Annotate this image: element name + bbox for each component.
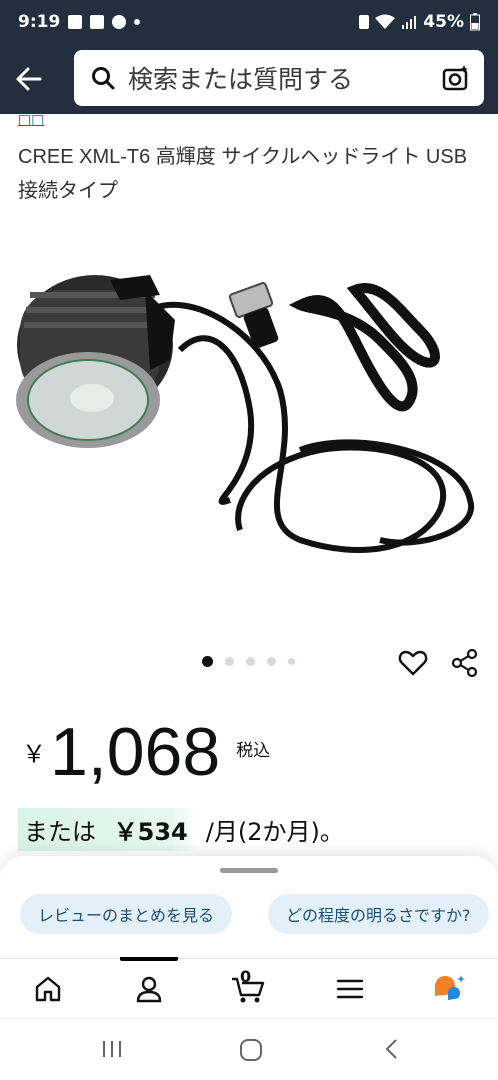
rufus-assistant-icon	[435, 975, 465, 1000]
sheet-drag-handle[interactable]	[220, 868, 278, 873]
bike-headlight-image	[16, 275, 475, 553]
nav-menu[interactable]	[334, 973, 366, 1005]
app-header: 検索または質問する	[0, 44, 498, 114]
system-navigation-bar	[0, 1018, 498, 1080]
carousel-dot[interactable]	[246, 657, 255, 666]
brand-link[interactable]: □□	[18, 112, 44, 128]
currency-symbol: ￥	[22, 740, 46, 768]
system-back-icon	[385, 1039, 397, 1059]
system-back-button[interactable]	[380, 1037, 404, 1065]
recent-apps-button[interactable]	[100, 1037, 124, 1065]
suggestion-chip-brightness[interactable]: どの程度の明るさですか?	[268, 894, 489, 934]
home-icon	[35, 976, 61, 1002]
battery-icon	[470, 13, 480, 31]
wishlist-button[interactable]	[398, 648, 428, 678]
nav-cart[interactable]: 0	[230, 967, 265, 1005]
recent-apps-icon	[103, 1041, 121, 1057]
share-icon	[451, 648, 478, 678]
camera-sparkle-icon	[442, 65, 468, 91]
cart-count-badge: 0	[240, 967, 252, 986]
price-block: ￥ 1,068 税込	[22, 712, 270, 792]
suggestion-chip-review-summary[interactable]: レビューのまとめを見る	[20, 894, 233, 934]
active-tab-indicator	[120, 957, 178, 961]
carousel-dot[interactable]	[288, 658, 295, 665]
more-notifications-icon	[134, 19, 141, 25]
account-icon	[136, 976, 162, 1003]
app-notification-icon	[112, 15, 127, 29]
product-title: CREE XML-T6 高輝度 サイクルヘッドライト USB接続タイプ	[18, 146, 468, 202]
carousel-dot[interactable]	[267, 657, 276, 666]
home-system-button[interactable]	[238, 1037, 264, 1067]
camera-search-button[interactable]	[442, 64, 470, 96]
search-placeholder: 検索または質問する	[128, 65, 354, 94]
status-bar: 9:19 45%	[0, 0, 498, 44]
signal-icon	[402, 16, 417, 29]
suggestion-sheet: レビューのまとめを見る どの程度の明るさですか?	[0, 856, 498, 958]
carousel-dot[interactable]	[202, 656, 213, 667]
price-value: 1,068	[50, 714, 221, 790]
wifi-icon	[375, 14, 396, 29]
bottom-navigation: 0	[0, 957, 498, 1018]
tax-label: 税込	[236, 741, 271, 761]
transit-notification-icon	[90, 15, 105, 29]
installment-offer[interactable]: または ￥534 /月(2か月)。	[18, 808, 344, 851]
installment-prefix: または	[24, 818, 96, 846]
nav-account[interactable]	[133, 973, 165, 1005]
share-button[interactable]	[450, 648, 480, 678]
back-button[interactable]	[10, 60, 48, 98]
product-image[interactable]	[0, 250, 498, 590]
installment-amount: ￥534	[113, 818, 188, 846]
search-input[interactable]: 検索または質問する	[74, 50, 484, 106]
search-icon	[92, 67, 115, 90]
gallery-notification-icon	[68, 15, 83, 29]
nav-rufus[interactable]	[432, 973, 465, 1005]
menu-icon	[336, 979, 364, 999]
home-circle-icon	[240, 1039, 262, 1061]
carousel-dot[interactable]	[225, 657, 234, 666]
installment-period: /月(2か月)。	[205, 818, 344, 846]
heart-icon	[398, 650, 428, 676]
image-carousel-indicator	[202, 656, 295, 667]
back-arrow-icon	[16, 67, 42, 91]
status-time: 9:19	[18, 12, 61, 32]
installment-badge: または ￥534	[18, 808, 198, 851]
battery-saver-icon	[359, 15, 370, 29]
battery-percent: 45%	[423, 12, 464, 32]
nav-home[interactable]	[32, 973, 64, 1005]
